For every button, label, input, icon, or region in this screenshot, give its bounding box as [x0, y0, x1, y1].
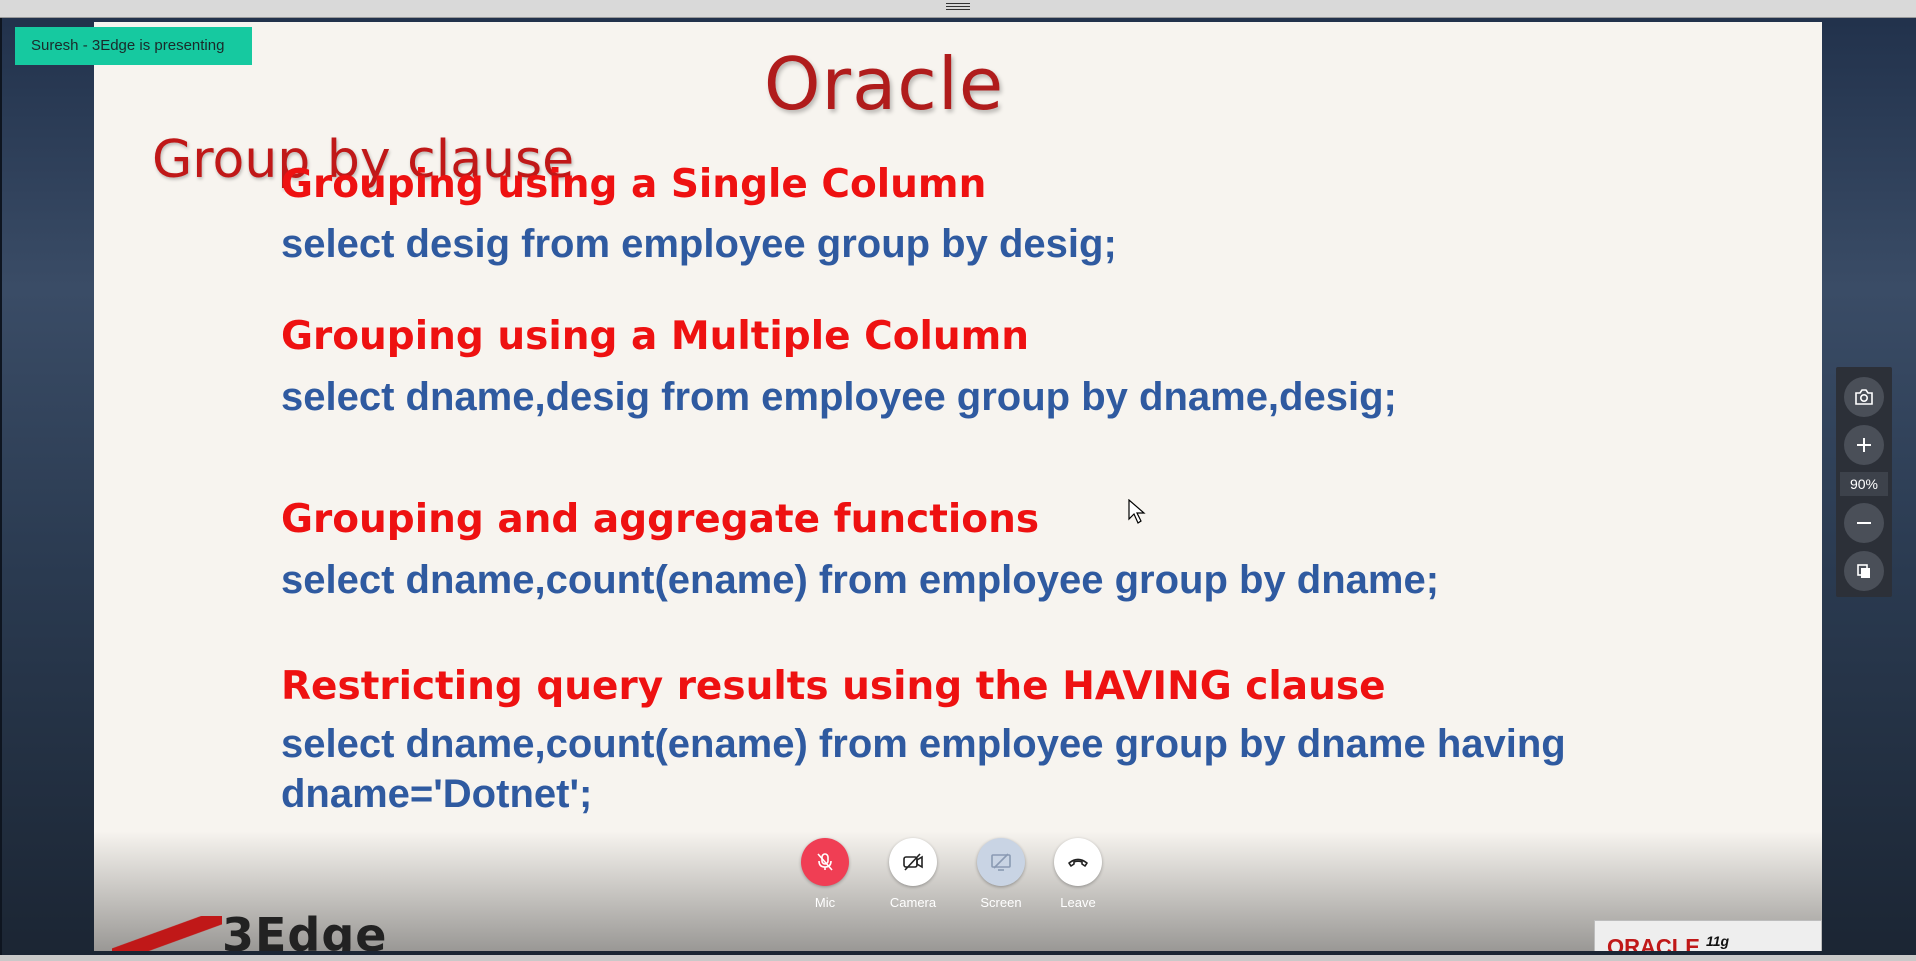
window-top-bar [0, 0, 1916, 18]
mouse-cursor-icon [1128, 498, 1146, 525]
camera-snapshot-icon[interactable] [1844, 377, 1884, 417]
mic-off-icon[interactable] [801, 838, 849, 886]
oracle-logo: ORACLE 11g [1594, 920, 1822, 951]
slide-code-multiple-column: select dname,desig from employee group b… [281, 375, 1397, 419]
minus-icon[interactable] [1844, 503, 1884, 543]
slide-title: Oracle [763, 42, 1005, 126]
slide-code-aggregate: select dname,count(ename) from employee … [281, 558, 1440, 602]
slide-code-having-line2: dname='Dotnet'; [281, 772, 593, 816]
presenter-banner: Suresh - 3Edge is presenting [15, 27, 252, 65]
screen-control[interactable]: Screen [966, 838, 1036, 910]
camera-off-icon[interactable] [889, 838, 937, 886]
camera-control[interactable]: Camera [878, 838, 948, 910]
oracle-logo-version: 11g [1706, 933, 1730, 949]
3edge-logo: 3Edge [102, 906, 386, 951]
screen-label: Screen [980, 895, 1022, 910]
call-controls: Mic Camera Screen Leave [790, 838, 1110, 918]
shared-screen-slide: Oracle Group by clause Grouping using a … [94, 22, 1822, 951]
slide-heading-single-column: Grouping using a Single Column [281, 162, 987, 207]
leave-label: Leave [1060, 895, 1096, 910]
zoom-level: 90% [1840, 472, 1888, 496]
hang-up-icon[interactable] [1054, 838, 1102, 886]
camera-label: Camera [889, 895, 937, 910]
drag-handle-icon[interactable] [946, 3, 970, 12]
3edge-logo-text: 3Edge [222, 908, 388, 951]
window-bottom-edge [0, 955, 1916, 961]
slide-code-single-column: select desig from employee group by desi… [281, 222, 1117, 266]
leave-control[interactable]: Leave [1043, 838, 1113, 910]
mic-control[interactable]: Mic [790, 838, 860, 910]
mic-label: Mic [814, 895, 836, 910]
plus-icon[interactable] [1844, 425, 1884, 465]
window-left-edge [0, 18, 2, 958]
slide-heading-multiple-column: Grouping using a Multiple Column [281, 314, 1030, 359]
slide-code-having-line1: select dname,count(ename) from employee … [281, 722, 1566, 766]
zoom-panel: 90% [1836, 367, 1892, 597]
3edge-swoosh-icon [112, 916, 222, 951]
screen-share-icon[interactable] [977, 838, 1025, 886]
copy-icon[interactable] [1844, 551, 1884, 591]
slide-heading-aggregate: Grouping and aggregate functions [281, 497, 1040, 542]
oracle-logo-text: ORACLE [1607, 934, 1700, 951]
slide-heading-having: Restricting query results using the HAVI… [281, 664, 1386, 709]
